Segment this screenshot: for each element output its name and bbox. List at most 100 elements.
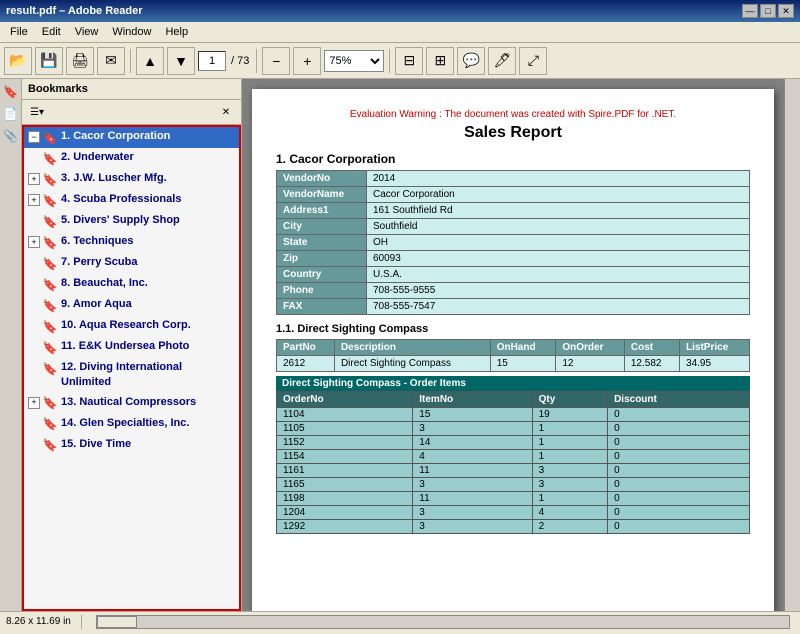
maximize-button[interactable]: □ (760, 4, 776, 18)
parts-cell: 15 (490, 356, 556, 372)
expander-4[interactable]: + (28, 194, 40, 206)
horizontal-scrollbar[interactable] (96, 615, 790, 629)
save-button[interactable]: 💾 (35, 47, 63, 75)
comment-button[interactable]: 💬 (457, 47, 485, 75)
expander-1[interactable]: − (28, 131, 40, 143)
bookmark-item-10[interactable]: 🔖 10. Aqua Research Corp. (24, 316, 239, 337)
scrollbar-thumb[interactable] (97, 616, 137, 628)
window-title: result.pdf – Adobe Reader (6, 5, 742, 17)
bookmark-item-15[interactable]: 🔖 15. Dive Time (24, 435, 239, 456)
bookmark-icon-2: 🔖 (42, 151, 58, 167)
right-scrollbar[interactable] (784, 79, 800, 611)
orders-cell: 0 (608, 464, 750, 478)
close-button[interactable]: ✕ (778, 4, 794, 18)
orders-row: 11521410 (277, 436, 750, 450)
bookmark-item-12[interactable]: 🔖 12. Diving International Unlimited (24, 358, 239, 393)
fit-width-button[interactable]: ⊞ (426, 47, 454, 75)
main-layout: 🔖 📄 📎 Bookmarks ☰▾ ✕ − 🔖 1. Cacor Corpor… (0, 79, 800, 611)
orders-cell: 1292 (277, 520, 413, 534)
email-button[interactable]: ✉ (97, 47, 125, 75)
expander-3[interactable]: + (28, 173, 40, 185)
bookmark-item-13[interactable]: + 🔖 13. Nautical Compressors (24, 393, 239, 414)
open-button[interactable]: 📂 (4, 47, 32, 75)
bookmark-icon-9: 🔖 (42, 298, 58, 314)
bookmark-item-1[interactable]: − 🔖 1. Cacor Corporation (24, 127, 239, 148)
bookmark-item-14[interactable]: 🔖 14. Glen Specialties, Inc. (24, 414, 239, 435)
vendor-field-value: 60093 (367, 251, 750, 267)
parts-row: 2612Direct Sighting Compass151212.58234.… (277, 356, 750, 372)
sidebar-menu-btn[interactable]: ☰▾ (26, 102, 48, 122)
vendor-field-value: OH (367, 235, 750, 251)
parts-cell: 2612 (277, 356, 335, 372)
vendor-field-label: VendorName (277, 187, 367, 203)
page-number-input[interactable]: 1 (198, 51, 226, 71)
expander-13[interactable]: + (28, 397, 40, 409)
bookmark-item-3[interactable]: + 🔖 3. J.W. Luscher Mfg. (24, 169, 239, 190)
bookmark-icon-6: 🔖 (42, 235, 58, 251)
bookmarks-panel-icon[interactable]: 🔖 (2, 83, 20, 101)
bookmark-label-8: 8. Beauchat, Inc. (61, 276, 148, 291)
vendor-row: CitySouthfield (277, 219, 750, 235)
zoom-out-button[interactable]: − (262, 47, 290, 75)
pages-panel-icon[interactable]: 📄 (2, 105, 20, 123)
bookmark-label-7: 7. Perry Scuba (61, 255, 137, 270)
prev-page-button[interactable]: ▲ (136, 47, 164, 75)
zoom-select[interactable]: 50% 75% 100% 125% 150% (324, 50, 384, 72)
orders-cell: 1 (532, 450, 607, 464)
bookmark-item-8[interactable]: 🔖 8. Beauchat, Inc. (24, 274, 239, 295)
orders-cell: 0 (608, 492, 750, 506)
next-page-button[interactable]: ▼ (167, 47, 195, 75)
print-button[interactable]: 🖨 (66, 47, 94, 75)
parts-cell: 12 (556, 356, 625, 372)
vendor-field-label: Address1 (277, 203, 367, 219)
menu-help[interactable]: Help (159, 24, 194, 40)
bookmark-icon-7: 🔖 (42, 256, 58, 272)
bookmark-item-9[interactable]: 🔖 9. Amor Aqua (24, 295, 239, 316)
bookmark-item-6[interactable]: + 🔖 6. Techniques (24, 232, 239, 253)
bookmark-icon-11: 🔖 (42, 340, 58, 356)
parts-col-header: Description (334, 340, 490, 356)
orders-row: 1165330 (277, 478, 750, 492)
menu-file[interactable]: File (4, 24, 34, 40)
parts-col-header: ListPrice (680, 340, 750, 356)
orders-cell: 1105 (277, 422, 413, 436)
bookmark-item-4[interactable]: + 🔖 4. Scuba Professionals (24, 190, 239, 211)
orders-cell: 1165 (277, 478, 413, 492)
orders-cell: 0 (608, 450, 750, 464)
fit-page-button[interactable]: ⊟ (395, 47, 423, 75)
bookmark-item-11[interactable]: 🔖 11. E&K Undersea Photo (24, 337, 239, 358)
orders-row: 11611130 (277, 464, 750, 478)
zoom-in-button[interactable]: + (293, 47, 321, 75)
orders-cell: 3 (413, 520, 532, 534)
orders-cell: 3 (532, 464, 607, 478)
vendor-row: CountryU.S.A. (277, 267, 750, 283)
orders-cell: 1104 (277, 408, 413, 422)
page-size: 8.26 x 11.69 in (6, 616, 71, 627)
expander-6[interactable]: + (28, 236, 40, 248)
bookmark-label-4: 4. Scuba Professionals (61, 192, 181, 207)
sidebar-header: Bookmarks (22, 79, 241, 100)
attachments-panel-icon[interactable]: 📎 (2, 127, 20, 145)
orders-cell: 0 (608, 478, 750, 492)
orders-table: OrderNoItemNoQtyDiscount 110415190110531… (276, 391, 750, 534)
fullscreen-button[interactable]: ⤢ (519, 47, 547, 75)
menu-window[interactable]: Window (106, 24, 157, 40)
menu-edit[interactable]: Edit (36, 24, 67, 40)
orders-col-header: OrderNo (277, 392, 413, 408)
menu-view[interactable]: View (69, 24, 105, 40)
separator-1 (130, 49, 131, 73)
vendor-row: VendorNameCacor Corporation (277, 187, 750, 203)
bookmark-list: − 🔖 1. Cacor Corporation 🔖 2. Underwater… (22, 125, 241, 611)
bookmark-item-2[interactable]: 🔖 2. Underwater (24, 148, 239, 169)
bookmark-item-7[interactable]: 🔖 7. Perry Scuba (24, 253, 239, 274)
window-controls[interactable]: — □ ✕ (742, 4, 794, 18)
minimize-button[interactable]: — (742, 4, 758, 18)
bookmark-icon-15: 🔖 (42, 438, 58, 454)
content-area[interactable]: Evaluation Warning : The document was cr… (242, 79, 784, 611)
bookmark-item-5[interactable]: 🔖 5. Divers' Supply Shop (24, 211, 239, 232)
parts-col-header: OnHand (490, 340, 556, 356)
markup-button[interactable]: 🖊 (488, 47, 516, 75)
sidebar-close-btn[interactable]: ✕ (215, 102, 237, 122)
vendor-field-label: Zip (277, 251, 367, 267)
parts-col-header: PartNo (277, 340, 335, 356)
